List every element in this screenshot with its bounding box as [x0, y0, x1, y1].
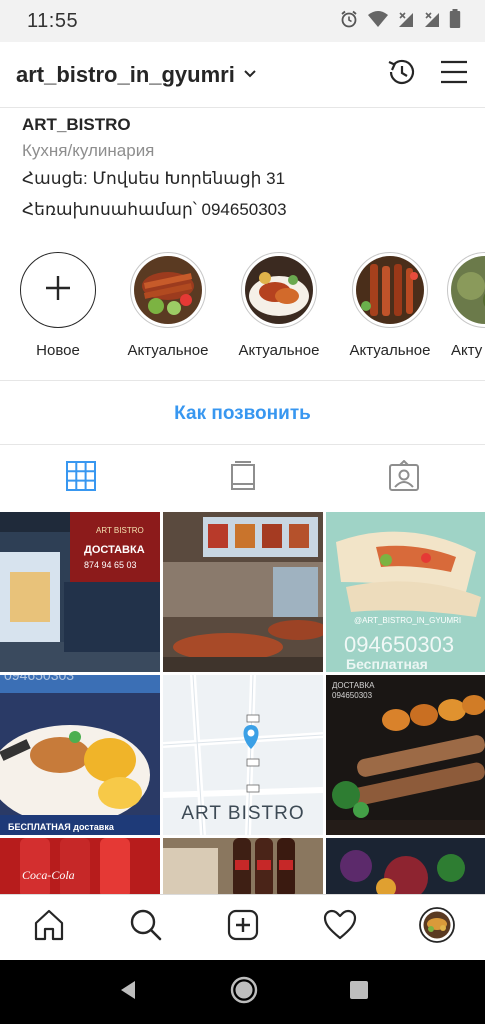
- highlight-item[interactable]: Актуальное: [224, 252, 334, 359]
- post-caption: @ART_BISTRO_IN_GYUMRI: [354, 616, 462, 625]
- bottom-navigation: [0, 894, 485, 960]
- post-subcaption: 094650303: [4, 675, 75, 683]
- profile-category: Кухня/кулинария: [22, 141, 155, 160]
- highlight-cover: [451, 256, 485, 324]
- menu-icon[interactable]: [439, 59, 469, 90]
- profile-header: art_bistro_in_gyumri: [0, 42, 485, 108]
- avatar: [418, 907, 455, 948]
- post-thumbnail[interactable]: ART BISTRO: [163, 675, 323, 835]
- home-icon: [32, 908, 66, 947]
- post-thumbnail[interactable]: ДОСТАВКА 874 94 65 03 ART BISTRO: [0, 512, 160, 672]
- call-button[interactable]: Как позвонить: [0, 396, 485, 432]
- profile-username: art_bistro_in_gyumri: [16, 61, 235, 87]
- grid-icon: [65, 460, 97, 497]
- post-thumbnail[interactable]: [163, 512, 323, 672]
- profile-tabs: [0, 446, 485, 510]
- highlight-new[interactable]: Новое: [3, 252, 113, 359]
- story-highlights: Новое Актуальное Актуальное Актуальное А…: [0, 252, 485, 372]
- post-thumbnail[interactable]: [163, 838, 323, 894]
- highlight-cover: [245, 256, 313, 324]
- post-thumbnail[interactable]: @ART_BISTRO_IN_GYUMRI 094650303 Бесплатн…: [326, 512, 485, 672]
- search-icon: [129, 908, 163, 947]
- nav-search[interactable]: [116, 903, 176, 953]
- status-icons: [339, 8, 461, 34]
- highlight-item[interactable]: Актуальное: [335, 252, 445, 359]
- system-navigation: [0, 960, 485, 1024]
- nav-profile[interactable]: [407, 903, 467, 953]
- tab-tagged[interactable]: [323, 446, 485, 510]
- highlight-label: Актуальное: [127, 342, 209, 359]
- post-subcaption: 094650303: [332, 691, 373, 700]
- add-post-icon: [226, 908, 260, 947]
- tab-igtv[interactable]: [162, 446, 324, 510]
- divider: [0, 444, 485, 445]
- tab-grid[interactable]: [0, 446, 162, 510]
- highlight-label: Актуальное: [238, 342, 320, 359]
- history-icon[interactable]: [385, 55, 419, 94]
- highlight-label: Новое: [36, 342, 80, 359]
- signal-icon-2: [423, 9, 441, 34]
- profile-bio: ART_BISTRO Кухня/кулинария Հասցե: Մովսես…: [22, 112, 462, 224]
- highlight-item[interactable]: Актуальное: [113, 252, 223, 359]
- post-thumbnail[interactable]: [326, 838, 485, 894]
- post-caption: ДОСТАВКА: [84, 544, 145, 556]
- tagged-user-icon: [388, 459, 420, 497]
- profile-name: ART_BISTRO: [22, 115, 131, 134]
- post-extra: Бесплатная: [346, 656, 428, 672]
- account-switcher[interactable]: art_bistro_in_gyumri: [16, 62, 257, 88]
- nav-home[interactable]: [19, 903, 79, 953]
- wifi-icon: [367, 9, 389, 34]
- plus-icon: [44, 274, 72, 307]
- highlight-label: Актуальное: [349, 342, 431, 359]
- post-thumbnail[interactable]: ДОСТАВКА 094650303: [326, 675, 485, 835]
- status-time: 11:55: [27, 9, 79, 32]
- post-caption: ART BISTRO: [181, 803, 305, 824]
- profile-phone: Հեռախոսահամար՝ 094650303: [22, 200, 287, 219]
- profile-address: Հասցե: Մովսես Խորենացի 31: [22, 169, 286, 188]
- signal-icon: [397, 9, 415, 34]
- alarm-icon: [339, 9, 359, 34]
- home-button-icon[interactable]: [229, 975, 259, 1010]
- nav-create[interactable]: [213, 903, 273, 953]
- post-subcaption: 874 94 65 03: [84, 560, 137, 570]
- post-caption: Coca-Cola: [22, 868, 75, 882]
- post-caption: ДОСТАВКА: [332, 681, 375, 690]
- back-icon[interactable]: [117, 979, 139, 1006]
- heart-icon: [323, 909, 357, 946]
- recents-icon[interactable]: [349, 980, 369, 1005]
- chevron-down-icon: [243, 66, 257, 84]
- new-highlight-ring: [20, 252, 96, 328]
- post-thumbnail[interactable]: Coca-Cola: [0, 838, 160, 894]
- highlight-cover: [134, 256, 202, 324]
- battery-icon: [449, 8, 461, 34]
- post-subcaption: 094650303: [344, 632, 455, 657]
- highlight-label: Акту: [451, 342, 483, 359]
- divider: [0, 380, 485, 381]
- post-caption: БЕСПЛАТНАЯ доставка: [8, 822, 114, 832]
- posts-grid: ДОСТАВКА 874 94 65 03 ART BISTRO @ART_BI…: [0, 512, 485, 894]
- post-brand: ART BISTRO: [96, 526, 144, 535]
- post-thumbnail[interactable]: 094650303 БЕСПЛАТНАЯ доставка: [0, 675, 160, 835]
- igtv-icon: [229, 460, 257, 497]
- highlight-cover: [356, 256, 424, 324]
- highlight-item[interactable]: Акту: [445, 252, 485, 359]
- nav-activity[interactable]: [310, 903, 370, 953]
- status-bar: 11:55: [0, 0, 485, 42]
